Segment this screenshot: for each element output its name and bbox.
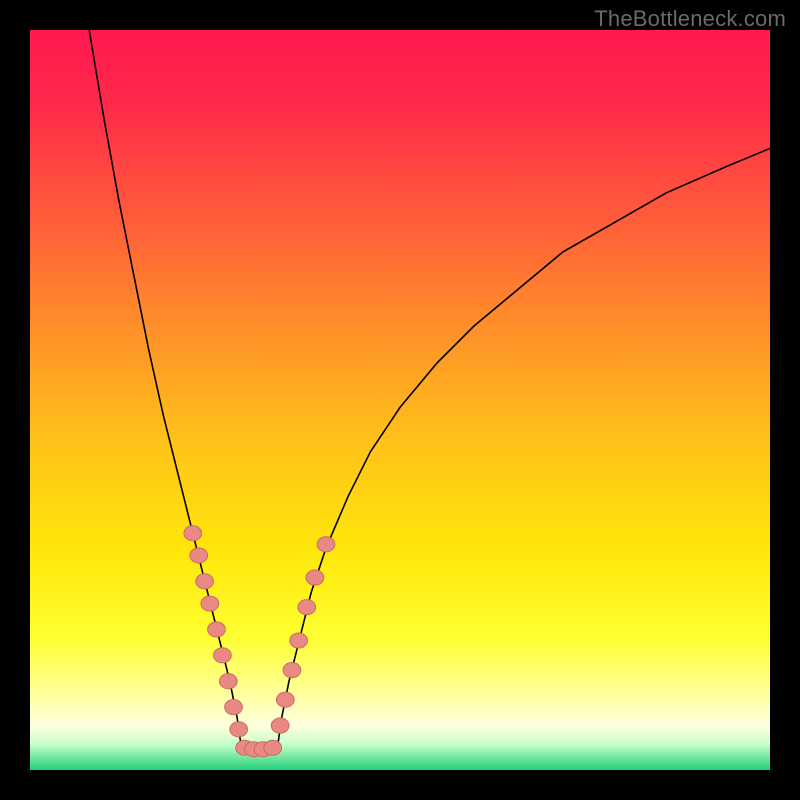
data-marker — [264, 740, 282, 755]
data-marker — [219, 674, 237, 689]
data-marker — [190, 548, 208, 563]
data-marker — [283, 663, 301, 678]
outer-frame: TheBottleneck.com — [0, 0, 800, 800]
watermark-text: TheBottleneck.com — [594, 6, 786, 32]
data-marker — [271, 718, 289, 733]
data-marker — [317, 537, 335, 552]
data-marker — [201, 596, 219, 611]
data-marker — [184, 526, 202, 541]
data-marker — [290, 633, 308, 648]
gradient-background — [30, 30, 770, 770]
data-marker — [208, 622, 226, 637]
data-marker — [225, 700, 243, 715]
data-marker — [214, 648, 232, 663]
data-marker — [230, 722, 248, 737]
plot-area — [30, 30, 770, 770]
data-marker — [276, 692, 294, 707]
chart-svg — [30, 30, 770, 770]
data-marker — [298, 600, 316, 615]
data-marker — [196, 574, 214, 589]
data-marker — [306, 570, 324, 585]
